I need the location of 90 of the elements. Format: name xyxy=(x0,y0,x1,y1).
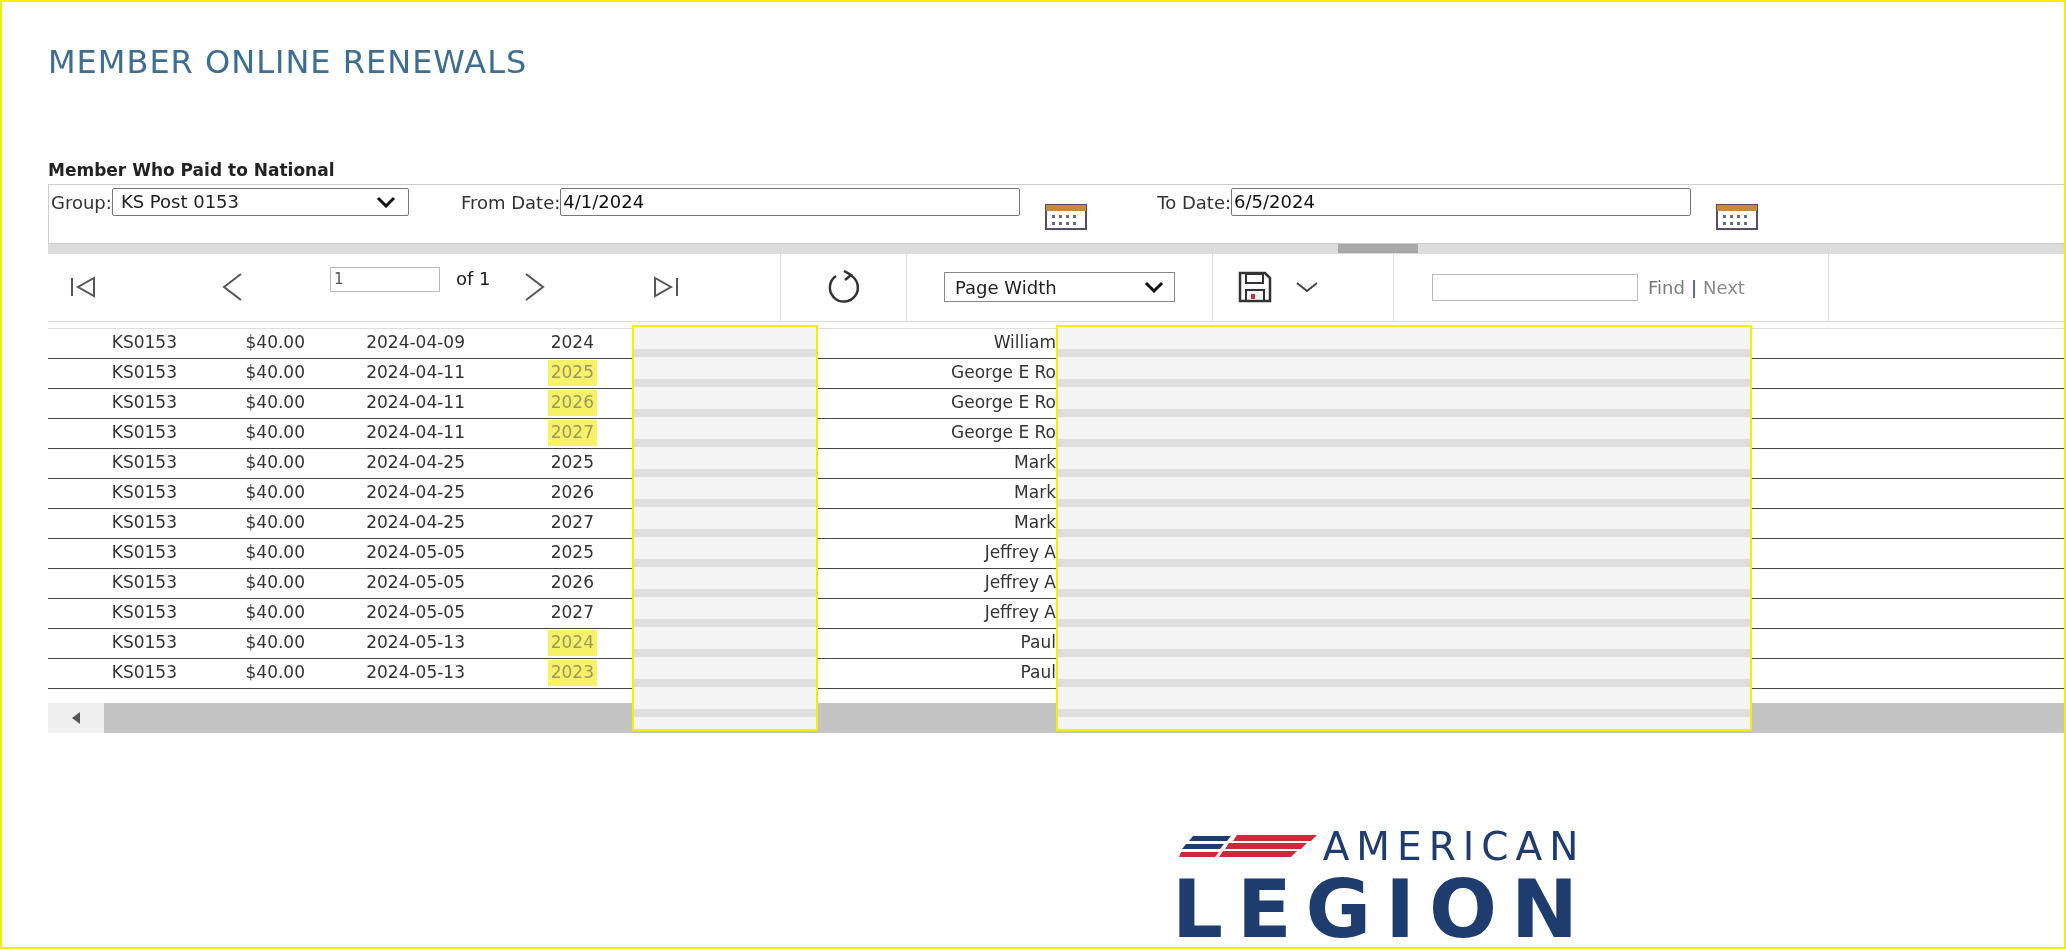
table-cell-text: $40.00 xyxy=(244,421,306,445)
table-cell-text: $40.00 xyxy=(244,331,306,355)
table-cell-text: 2024-04-11 xyxy=(365,391,466,415)
table-cell-text: 2024-04-11 xyxy=(365,361,466,385)
table-cell-text: Jeffrey A xyxy=(983,541,1057,565)
table-cell-text: KS0153 xyxy=(110,601,178,625)
table-cell-text: 2024-04-11 xyxy=(365,421,466,445)
table-cell-text: $40.00 xyxy=(244,661,306,685)
table-cell-text: 2024-05-05 xyxy=(365,571,466,595)
table-cell-text: KS0153 xyxy=(110,331,178,355)
page-number-field[interactable]: 1 xyxy=(330,266,440,292)
first-page-button[interactable] xyxy=(70,276,96,298)
table-cell-text: 2027 xyxy=(549,601,595,625)
table-cell-text: Mark xyxy=(1013,451,1057,475)
table-cell-text: 2024-04-25 xyxy=(365,511,466,535)
next-page-button[interactable] xyxy=(523,272,546,302)
highlighted-year: 2024 xyxy=(547,630,597,656)
table-cell-text: KS0153 xyxy=(110,541,178,565)
calendar-icon[interactable] xyxy=(1716,201,1759,230)
table-cell-text: KS0153 xyxy=(110,361,178,385)
flag-stripes-icon xyxy=(1178,834,1319,858)
table-cell-text: 2024 xyxy=(549,331,595,355)
table-cell-text: Paul xyxy=(1019,631,1057,655)
table-cell-text: $40.00 xyxy=(244,481,306,505)
previous-page-button[interactable] xyxy=(221,272,243,302)
table-cell-text: KS0153 xyxy=(110,421,178,445)
highlighted-year: 2027 xyxy=(547,420,597,446)
table-cell-text: KS0153 xyxy=(110,631,178,655)
table-cell-text: $40.00 xyxy=(244,451,306,475)
table-cell-text: $40.00 xyxy=(244,511,306,535)
table-cell-text: 2025 xyxy=(549,451,595,475)
zoom-dropdown[interactable]: Page Width xyxy=(944,272,1175,302)
table-cell-text: George E Ro xyxy=(950,421,1057,445)
table-cell-text: William xyxy=(992,331,1057,355)
logo-text: AMERICAN xyxy=(1322,826,1586,866)
field-label: To Date: xyxy=(1157,190,1232,215)
table-cell-text: Jeffrey A xyxy=(983,571,1057,595)
triangle-left-icon xyxy=(70,710,82,725)
highlighted-year: 2023 xyxy=(547,660,597,686)
table-cell-text: 2024-05-13 xyxy=(365,631,466,655)
export-menu-button[interactable] xyxy=(1295,280,1319,294)
table-cell-text: Jeffrey A xyxy=(983,601,1057,625)
find-link[interactable]: Find xyxy=(1648,273,1685,301)
table-cell-text: Paul xyxy=(1019,661,1057,685)
date-input-field[interactable]: 6/5/2024 xyxy=(1231,187,1692,216)
table-cell-text: 2027 xyxy=(549,511,595,535)
table-cell-text: 2024-04-25 xyxy=(365,451,466,475)
table-cell-text: KS0153 xyxy=(110,661,178,685)
group-dropdown[interactable]: KS Post 0153 xyxy=(111,187,409,216)
calendar-icon[interactable] xyxy=(1045,201,1088,230)
scroll-left-button[interactable] xyxy=(48,702,104,733)
table-cell-text: Mark xyxy=(1013,511,1057,535)
table-cell-text: 2024-04-09 xyxy=(365,331,466,355)
chevron-down-icon xyxy=(1144,281,1164,293)
table-cell-text: 2024-04-25 xyxy=(365,481,466,505)
table-cell-text: $40.00 xyxy=(244,601,306,625)
collapse-handle[interactable] xyxy=(1338,243,1418,253)
table-cell-text: $40.00 xyxy=(244,631,306,655)
section-label: Member Who Paid to National xyxy=(48,159,336,182)
table-cell-text: KS0153 xyxy=(110,511,178,535)
table-cell-text: 2024-05-05 xyxy=(365,601,466,625)
table-cell-text: KS0153 xyxy=(110,571,178,595)
table-cell-text: George E Ro xyxy=(950,391,1057,415)
table-cell-text: $40.00 xyxy=(244,571,306,595)
table-cell-text: 2026 xyxy=(549,571,595,595)
highlighted-year: 2026 xyxy=(547,390,597,416)
chevron-down-icon xyxy=(375,195,396,208)
highlighted-year: 2025 xyxy=(547,360,597,386)
table-cell-text: KS0153 xyxy=(110,481,178,505)
table-cell-text: 2024-05-05 xyxy=(365,541,466,565)
table-cell-text: KS0153 xyxy=(110,451,178,475)
table-cell-text: $40.00 xyxy=(244,391,306,415)
link-separator: | xyxy=(1690,275,1697,300)
table-cell-text: Mark xyxy=(1013,481,1057,505)
save-icon[interactable] xyxy=(1237,270,1273,304)
page-title: MEMBER ONLINE RENEWALS xyxy=(48,42,529,83)
table-cell-text: $40.00 xyxy=(244,361,306,385)
table-cell-text: 2026 xyxy=(549,481,595,505)
table-cell-text: 2025 xyxy=(549,541,595,565)
table-cell-text: KS0153 xyxy=(110,391,178,415)
logo-text: LEGION xyxy=(1172,869,1592,949)
date-input-field[interactable]: 4/1/2024 xyxy=(560,187,1021,216)
last-page-button[interactable] xyxy=(652,276,679,298)
page-count: of 1 xyxy=(456,266,491,291)
field-label: Group: xyxy=(51,190,112,215)
find-field[interactable] xyxy=(1432,273,1638,301)
table-cell-text: 2024-05-13 xyxy=(365,661,466,685)
field-label: From Date: xyxy=(460,190,561,215)
table-cell-text: George E Ro xyxy=(950,361,1057,385)
table-cell-text: $40.00 xyxy=(244,541,306,565)
